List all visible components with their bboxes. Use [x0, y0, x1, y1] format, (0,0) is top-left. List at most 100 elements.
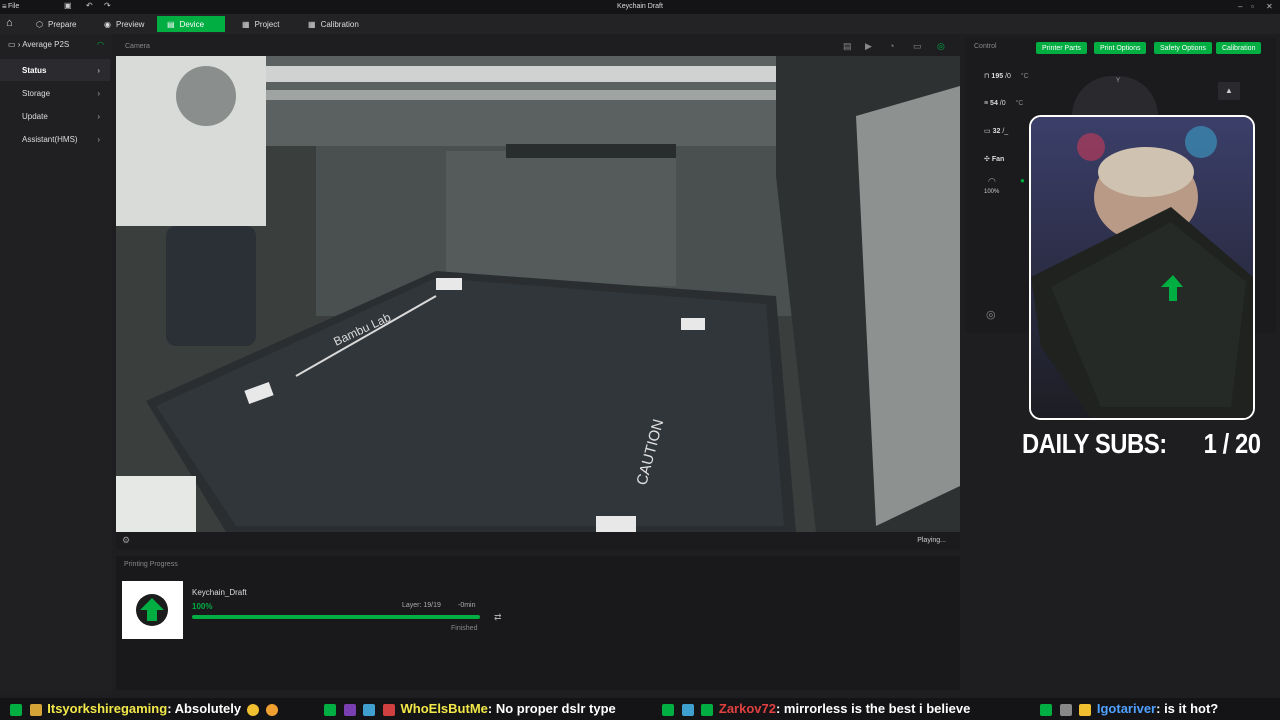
camera-status: Playing...	[917, 537, 946, 544]
chat-emote-icon	[266, 703, 279, 716]
print-state: Finished	[451, 625, 478, 632]
calibration-button[interactable]: Calibration	[1216, 42, 1262, 54]
chat-emote-icon	[681, 703, 694, 716]
chevron-right-icon: ›	[97, 111, 100, 121]
chat-ticker: Itsyorkshiregaming: Absolutely WhoElsBut…	[0, 698, 1280, 720]
timelapse-icon[interactable]: ◔	[889, 41, 894, 51]
control-header: Control	[974, 43, 997, 50]
sd-card-icon[interactable]: ▤	[843, 41, 852, 52]
progress-bar-track	[192, 615, 480, 619]
chat-username: Itsyorkshiregaming	[47, 701, 168, 716]
chat-username: Zarkov72	[718, 701, 776, 716]
tab-prepare[interactable]: ⬡ Prepare	[26, 16, 86, 32]
maximize-icon[interactable]: ▫	[1251, 2, 1254, 11]
fan-icon: ✣	[984, 156, 990, 163]
fan-label-row: ✣ Fan	[984, 156, 1005, 163]
camera-feed: Bambu Lab CAUTION	[116, 56, 960, 532]
chamber-temp[interactable]: ▭ 32 /_	[984, 127, 1008, 135]
lamp-toggle-icon[interactable]: ●	[1020, 176, 1025, 185]
camera-settings-icon[interactable]: ◎	[986, 308, 996, 321]
camera-title: Camera	[125, 43, 150, 50]
chat-emote-icon	[1040, 703, 1052, 716]
bed-temp[interactable]: ≡ 54 /0 °C	[984, 100, 1023, 107]
chat-emote-icon	[1079, 703, 1092, 716]
chat-message: : is it hot?	[1156, 701, 1219, 716]
z-up-button[interactable]: ▲	[1218, 82, 1240, 100]
close-icon[interactable]: ✕	[1266, 2, 1273, 11]
sidebar-item-storage[interactable]: Storage ›	[0, 82, 110, 104]
sidebar-item-assistant[interactable]: Assistant(HMS) ›	[0, 128, 110, 150]
home-icon[interactable]: ⌂	[6, 17, 13, 29]
jog-dial[interactable]	[1072, 76, 1158, 116]
monitor-icon: ▭	[8, 40, 16, 49]
camera-header: Camera ▤ ▶ ◔ ▭ ◎	[117, 40, 960, 54]
minimize-icon[interactable]: –	[1238, 2, 1242, 11]
preview-icon: ◉	[104, 19, 111, 29]
live-view-icon[interactable]: ◎	[937, 41, 945, 52]
progress-bar-fill	[192, 615, 480, 619]
chat-emote-icon	[363, 703, 376, 716]
tab-preview[interactable]: ◉ Preview	[94, 16, 154, 32]
chat-username: Igotariver	[1096, 701, 1157, 716]
chat-username: WhoElsButMe	[400, 701, 488, 716]
sidebar: ▭ › Average P2S ◠ Status › Storage › Updat…	[0, 34, 112, 692]
chat-emote-icon	[29, 703, 42, 716]
settings-icon[interactable]: ⚙	[122, 535, 130, 546]
fan-gauge-icon: ◠	[988, 176, 996, 186]
job-thumbnail	[122, 581, 183, 639]
daily-subs-count: 1 / 20	[1203, 428, 1261, 459]
chevron-right-icon: ›	[97, 134, 100, 144]
sidebar-item-update[interactable]: Update ›	[0, 105, 110, 127]
camera-status-bar: ⚙ Playing...	[116, 532, 960, 550]
printer-selector[interactable]: ▭ › Average P2S ◠	[8, 40, 108, 49]
bed-icon: ≡	[984, 100, 989, 107]
printing-progress-panel: Printing Progress Keychain_Draft 100% La…	[116, 556, 960, 690]
progress-percent: 100%	[192, 602, 213, 611]
video-icon[interactable]: ▶	[865, 41, 872, 52]
daily-subs-counter: DAILY SUBS: 1 / 20	[1022, 428, 1261, 460]
y-axis-up-icon[interactable]: Y	[1116, 78, 1120, 84]
chevron-right-icon: ›	[97, 65, 100, 75]
prepare-icon: ⬡	[36, 19, 43, 29]
chat-message: : No proper dslr type	[487, 701, 616, 716]
time-remaining: -0min	[458, 602, 476, 609]
daily-subs-label: DAILY SUBS:	[1022, 428, 1167, 459]
sidebar-item-status[interactable]: Status ›	[0, 59, 110, 81]
tab-project[interactable]: ▦ Project	[232, 16, 289, 32]
tab-device[interactable]: ▤ Device	[157, 16, 225, 32]
chat-emote-icon	[382, 703, 395, 716]
chat-emote-icon	[10, 703, 22, 716]
chat-emote-icon	[343, 703, 356, 716]
nozzle-icon: ⊓	[984, 73, 990, 80]
chat-message: : Absolutely	[167, 701, 242, 716]
printer-parts-button[interactable]: Printer Parts	[1036, 42, 1087, 54]
calibration-icon: ▦	[308, 19, 316, 29]
chat-emote-icon	[662, 703, 674, 716]
safety-options-button[interactable]: Safety Options	[1154, 42, 1212, 54]
fan-speed: 100%	[984, 189, 1000, 195]
progress-header: Printing Progress	[124, 561, 178, 568]
layer-info: Layer: 19/19	[402, 602, 441, 609]
project-icon: ▦	[242, 19, 250, 29]
print-options-button[interactable]: Print Options	[1094, 42, 1147, 54]
chat-emote-icon	[701, 703, 714, 716]
bambu-logo-icon	[136, 594, 168, 626]
chamber-icon: ▭	[984, 128, 991, 135]
record-icon[interactable]: ▭	[913, 41, 922, 52]
chat-emote-icon	[1059, 703, 1072, 716]
wifi-icon: ◠	[97, 40, 104, 49]
webcam-image	[1031, 117, 1253, 418]
printer-interior-image: Bambu Lab CAUTION	[116, 56, 960, 532]
job-name: Keychain_Draft	[192, 588, 247, 597]
refresh-icon[interactable]: ⇄	[494, 612, 502, 623]
chevron-right-icon: ›	[97, 88, 100, 98]
title-bar: File ≡ ▣ ↶ ↷ Keychain Draft – ▫ ✕	[0, 0, 1280, 14]
chat-message: : mirrorless is the best i believe	[775, 701, 971, 716]
device-icon: ▤	[167, 19, 175, 29]
nav-bar: ⌂ ⬡ Prepare ◉ Preview ▤ Device ▦ Project ▦ Ca…	[0, 14, 1280, 34]
chat-emote-icon	[246, 703, 259, 716]
chat-emote-icon	[324, 703, 336, 716]
window-title: Keychain Draft	[617, 3, 663, 10]
nozzle-temp[interactable]: ⊓ 195 /0 °C	[984, 72, 1029, 80]
tab-calibration[interactable]: ▦ Calibration	[298, 16, 369, 32]
